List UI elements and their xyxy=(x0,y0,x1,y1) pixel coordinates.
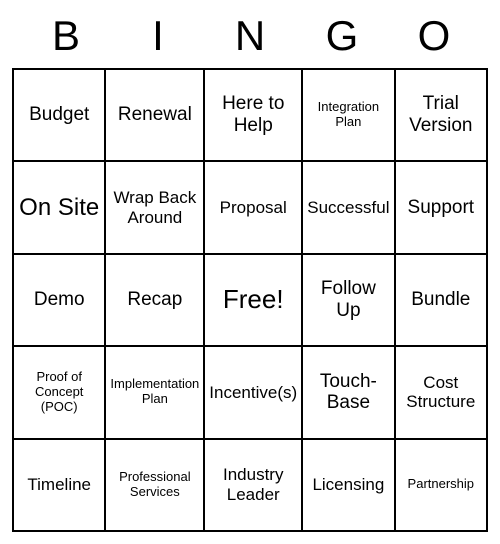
header-letter-i: I xyxy=(112,12,204,60)
bingo-cell[interactable]: Proof of Concept (POC) xyxy=(13,346,105,438)
bingo-cell[interactable]: Successful xyxy=(302,161,394,253)
header-letter-b: B xyxy=(20,12,112,60)
bingo-cell[interactable]: Professional Services xyxy=(105,439,204,531)
bingo-cell-free[interactable]: Free! xyxy=(204,254,302,346)
bingo-cell[interactable]: Cost Structure xyxy=(395,346,487,438)
bingo-grid: Budget Renewal Here to Help Integration … xyxy=(12,68,488,532)
bingo-cell[interactable]: Proposal xyxy=(204,161,302,253)
header-letter-o: O xyxy=(388,12,480,60)
header-letter-g: G xyxy=(296,12,388,60)
bingo-cell[interactable]: Licensing xyxy=(302,439,394,531)
bingo-cell[interactable]: Incentive(s) xyxy=(204,346,302,438)
bingo-cell[interactable]: Bundle xyxy=(395,254,487,346)
bingo-cell[interactable]: Support xyxy=(395,161,487,253)
bingo-cell[interactable]: On Site xyxy=(13,161,105,253)
bingo-cell[interactable]: Integration Plan xyxy=(302,69,394,161)
bingo-cell[interactable]: Trial Version xyxy=(395,69,487,161)
bingo-cell[interactable]: Budget xyxy=(13,69,105,161)
header-letter-n: N xyxy=(204,12,296,60)
bingo-header: B I N G O xyxy=(12,12,488,68)
bingo-cell[interactable]: Here to Help xyxy=(204,69,302,161)
bingo-cell[interactable]: Demo xyxy=(13,254,105,346)
bingo-cell[interactable]: Implementation Plan xyxy=(105,346,204,438)
bingo-cell[interactable]: Recap xyxy=(105,254,204,346)
bingo-cell[interactable]: Timeline xyxy=(13,439,105,531)
bingo-cell[interactable]: Touch-Base xyxy=(302,346,394,438)
bingo-cell[interactable]: Wrap Back Around xyxy=(105,161,204,253)
bingo-cell[interactable]: Renewal xyxy=(105,69,204,161)
bingo-cell[interactable]: Partnership xyxy=(395,439,487,531)
bingo-cell[interactable]: Follow Up xyxy=(302,254,394,346)
bingo-cell[interactable]: Industry Leader xyxy=(204,439,302,531)
